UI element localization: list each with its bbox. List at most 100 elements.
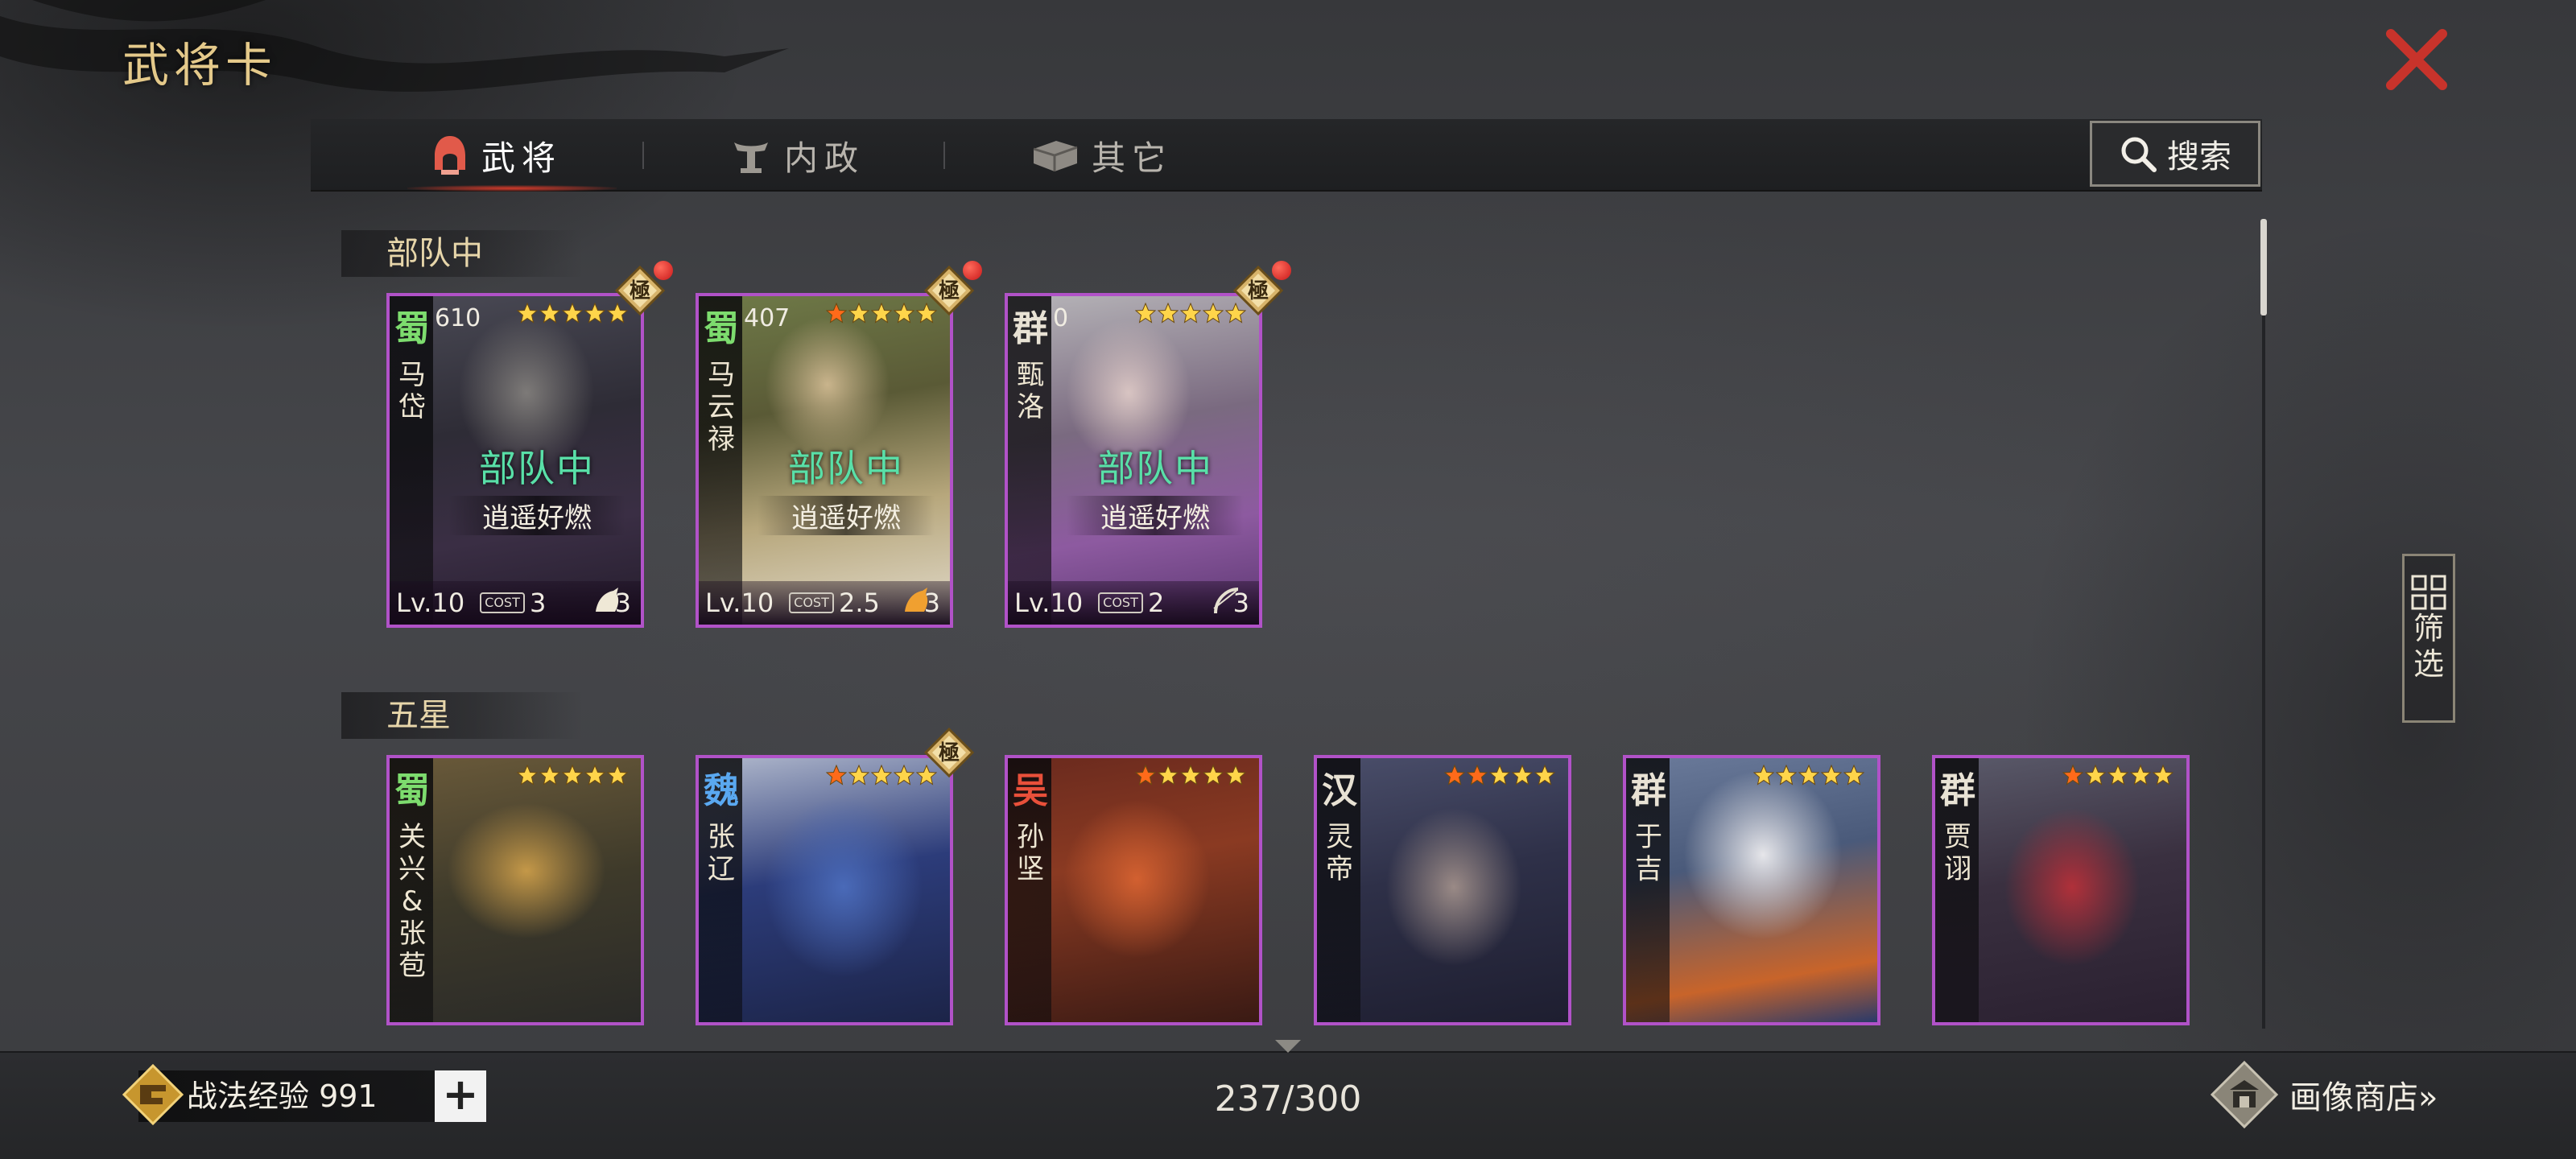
star-icon [1158, 303, 1179, 324]
svg-text:極: 極 [939, 741, 960, 765]
star-rating [1135, 765, 1246, 786]
svg-text:極: 極 [630, 279, 650, 303]
star-icon [894, 765, 914, 786]
general-name-char: 孙 [1017, 821, 1044, 853]
card-count: 237/300 [1214, 1079, 1362, 1120]
star-icon [1180, 303, 1201, 324]
scrollbar-track[interactable] [2262, 219, 2265, 1029]
grid-icon [2411, 575, 2446, 610]
tab-internal-affairs[interactable]: 内政 [731, 119, 865, 192]
troop-level: 3 [1232, 588, 1249, 618]
star-icon [1225, 765, 1246, 786]
star-icon [584, 765, 605, 786]
ink-brush-decoration [0, 0, 789, 92]
tab-divider [642, 142, 644, 169]
general-cost: 3 [530, 588, 547, 618]
general-name: 甄洛 [1014, 359, 1046, 423]
star-icon [1444, 765, 1465, 786]
tab-generals[interactable]: 武将 [431, 119, 562, 192]
tab-label-other: 其它 [1092, 138, 1173, 178]
helmet-icon [435, 136, 465, 175]
star-icon [584, 303, 605, 324]
general-name-char: 诩 [1944, 853, 1971, 885]
close-icon[interactable] [2384, 29, 2449, 90]
general-level: Lv.10 [396, 588, 465, 618]
general-name-char: 马 [398, 359, 426, 391]
star-icon [562, 765, 583, 786]
star-icon [1821, 765, 1842, 786]
faction-label: 蜀 [394, 770, 430, 811]
star-icon [871, 765, 892, 786]
star-rating [1135, 303, 1246, 324]
general-card[interactable]: 汉灵帝 [1314, 755, 1571, 1025]
general-name: 张辽 [705, 821, 737, 885]
general-name: 关兴 & 张苞 [396, 821, 428, 982]
star-icon [1180, 765, 1201, 786]
tactic-exp-icon [122, 1064, 184, 1125]
legendary-badge: 極 [924, 728, 974, 777]
general-level: Lv.10 [705, 588, 774, 618]
faction-label: 汉 [1322, 770, 1357, 811]
general-card[interactable]: 蜀 610 马岱部队中 逍遥好燃 Lv.10 COST 3 3 [386, 293, 644, 628]
star-icon [2107, 765, 2128, 786]
tab-label-internal-affairs: 内政 [784, 138, 865, 178]
general-name-char: 洛 [1017, 391, 1044, 423]
star-icon [1753, 765, 1774, 786]
general-name-char: 岱 [398, 391, 426, 423]
tab-other[interactable]: 其它 [1032, 119, 1172, 192]
section-header-five-star: 五星 [341, 692, 583, 739]
card-stats: Lv.10 COST 2 3 [1008, 581, 1259, 625]
star-rating [1753, 765, 1864, 786]
portrait-shop-button[interactable]: 画像商店» [2211, 1061, 2468, 1128]
general-card[interactable]: 群于吉 [1623, 755, 1880, 1025]
general-name-char: 于 [1635, 821, 1662, 853]
general-card[interactable]: 蜀 407 马云禄部队中 逍遥好燃 Lv.10 COST 2.5 3 [696, 293, 953, 628]
search-button[interactable]: 搜索 [2090, 121, 2260, 187]
star-icon [1489, 765, 1510, 786]
star-rating [1444, 765, 1555, 786]
general-name-char: 云 [708, 391, 735, 423]
star-rating [517, 303, 628, 324]
general-name-char: 兴 [398, 853, 426, 885]
add-exp-button[interactable]: + [435, 1070, 486, 1122]
team-status: 部队中 逍遥好燃 [1051, 439, 1259, 535]
star-icon [1776, 765, 1797, 786]
search-icon [2121, 137, 2157, 172]
card-stats: Lv.10 COST 3 3 [390, 581, 641, 625]
star-icon [1534, 765, 1555, 786]
general-name: 马云禄 [705, 359, 737, 456]
general-card[interactable]: 吴孙坚 [1005, 755, 1262, 1025]
general-cost: 2.5 [839, 588, 880, 618]
tab-bar: 武将 内政 其它 [311, 119, 2262, 192]
search-label: 搜索 [2167, 138, 2231, 175]
chevron-down-icon [1275, 1040, 1301, 1053]
scrollbar-thumb[interactable] [2260, 219, 2267, 316]
cost-icon: COST [480, 592, 525, 613]
general-name: 灵帝 [1323, 821, 1356, 885]
general-name-char: 辽 [708, 853, 735, 885]
general-name: 马岱 [396, 359, 428, 423]
general-name-char: 帝 [1326, 853, 1353, 885]
card-stats: Lv.10 COST 2.5 3 [699, 581, 950, 625]
general-card[interactable]: 魏张辽 [696, 755, 953, 1025]
star-icon [1467, 765, 1488, 786]
general-card[interactable]: 群贾诩 [1932, 755, 2190, 1025]
team-status: 部队中 逍遥好燃 [742, 439, 950, 535]
general-card[interactable]: 群 0 甄洛部队中 逍遥好燃 Lv.10 COST 2 3 [1005, 293, 1262, 628]
star-icon [2085, 765, 2106, 786]
team-name: 逍遥好燃 [758, 496, 935, 535]
troop-level: 3 [923, 588, 940, 618]
svg-text:極: 極 [939, 279, 960, 303]
star-icon [2130, 765, 2151, 786]
star-icon [517, 765, 538, 786]
general-card[interactable]: 蜀关兴 & 张苞 [386, 755, 644, 1025]
general-name-char: 坚 [1017, 853, 1044, 885]
star-icon [539, 303, 560, 324]
star-rating [826, 765, 937, 786]
card-quantity: 0 [1053, 304, 1069, 332]
filter-button[interactable]: 筛 选 [2402, 554, 2455, 723]
star-icon [2153, 765, 2174, 786]
page-title: 武将卡 [122, 38, 278, 93]
faction-label: 蜀 [394, 308, 430, 349]
star-icon [1135, 303, 1156, 324]
